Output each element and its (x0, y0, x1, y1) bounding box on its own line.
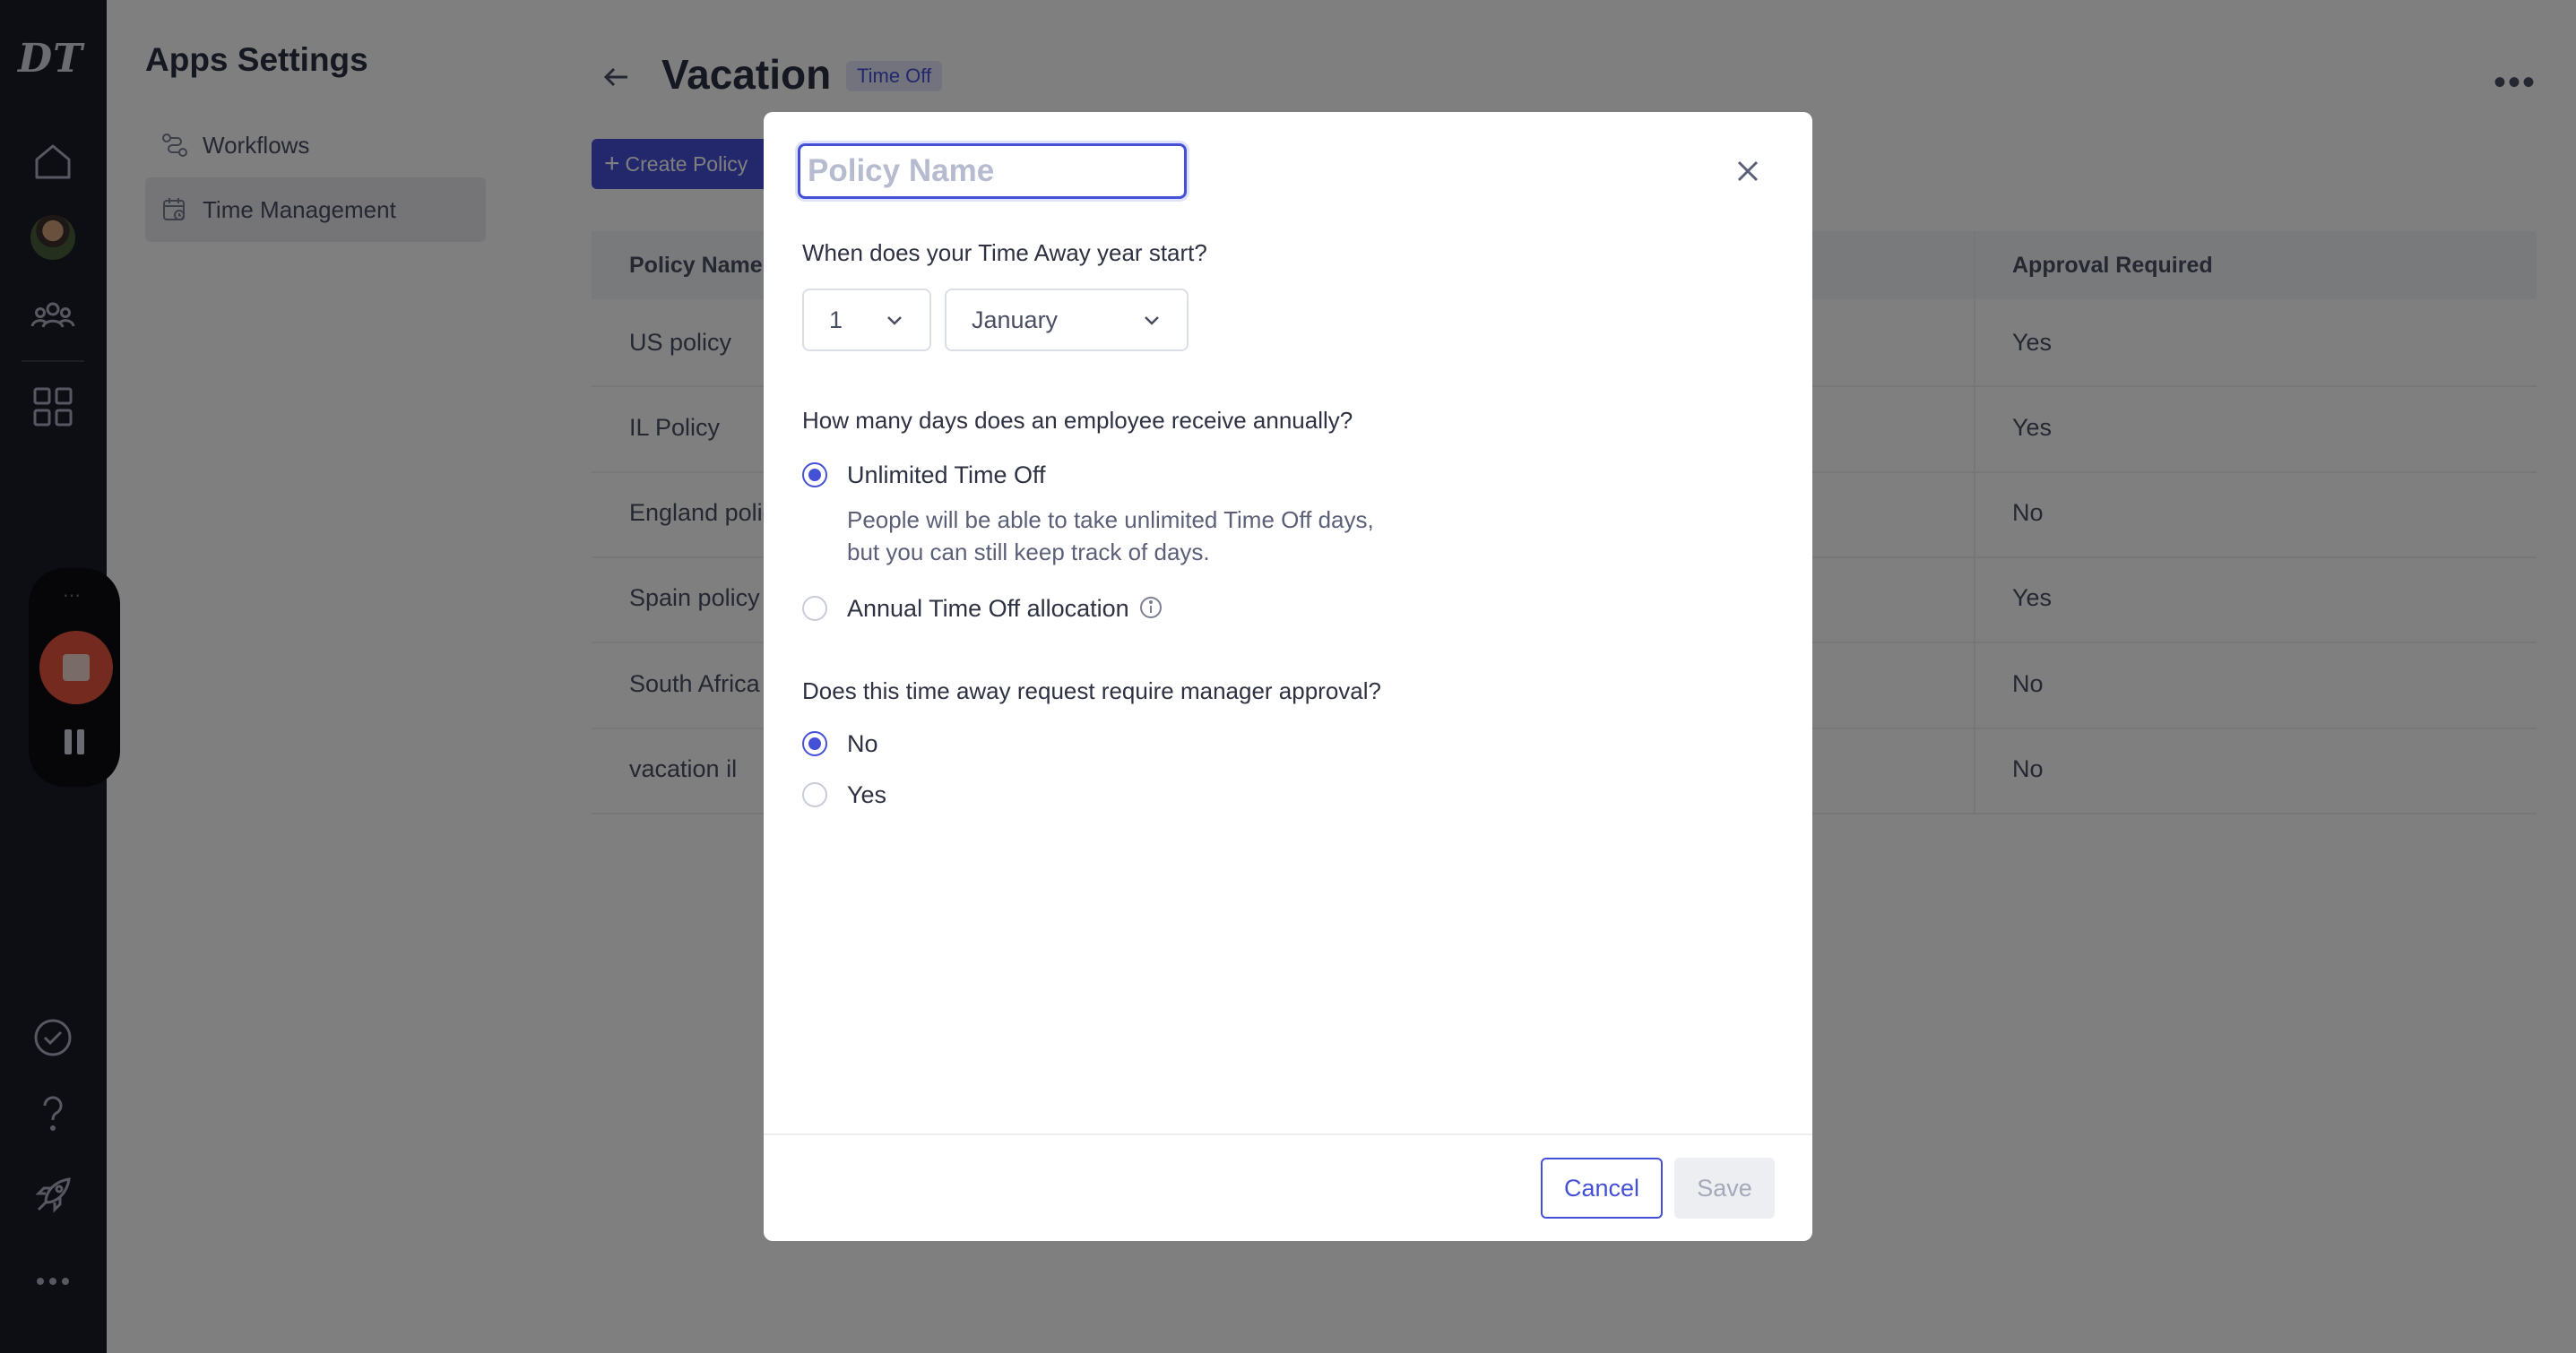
save-button[interactable]: Save (1674, 1158, 1775, 1219)
month-select[interactable]: January (945, 289, 1189, 351)
info-icon[interactable] (1138, 595, 1163, 620)
month-select-value: January (972, 306, 1059, 333)
day-select[interactable]: 1 (802, 289, 931, 351)
modal-footer-divider (764, 1133, 1812, 1135)
radio-unlimited[interactable] (802, 462, 827, 487)
year-start-question: When does your Time Away year start? (802, 239, 1207, 266)
radio-approval-yes[interactable] (802, 782, 827, 807)
close-icon[interactable] (1730, 153, 1766, 189)
radio-approval-no-label[interactable]: No (847, 730, 878, 758)
unlimited-description-line: People will be able to take unlimited Ti… (847, 506, 1374, 533)
unlimited-description-line: but you can still keep track of days. (847, 539, 1210, 565)
radio-unlimited-label[interactable]: Unlimited Time Off (847, 461, 1046, 489)
unlimited-description: People will be able to take unlimited Ti… (847, 504, 1474, 568)
cancel-button[interactable]: Cancel (1541, 1158, 1663, 1219)
policy-name-input[interactable] (798, 143, 1187, 199)
approval-question: Does this time away request require mana… (802, 677, 1382, 704)
radio-approval-yes-label[interactable]: Yes (847, 781, 886, 809)
radio-annual[interactable] (802, 596, 827, 621)
day-select-value: 1 (829, 306, 843, 333)
chevron-down-icon (1145, 316, 1159, 325)
radio-annual-label[interactable]: Annual Time Off allocation (847, 595, 1129, 623)
chevron-down-icon (887, 316, 902, 325)
days-question: How many days does an employee receive a… (802, 407, 1353, 434)
radio-approval-no[interactable] (802, 731, 827, 756)
create-policy-modal: When does your Time Away year start? 1 J… (764, 112, 1812, 1241)
